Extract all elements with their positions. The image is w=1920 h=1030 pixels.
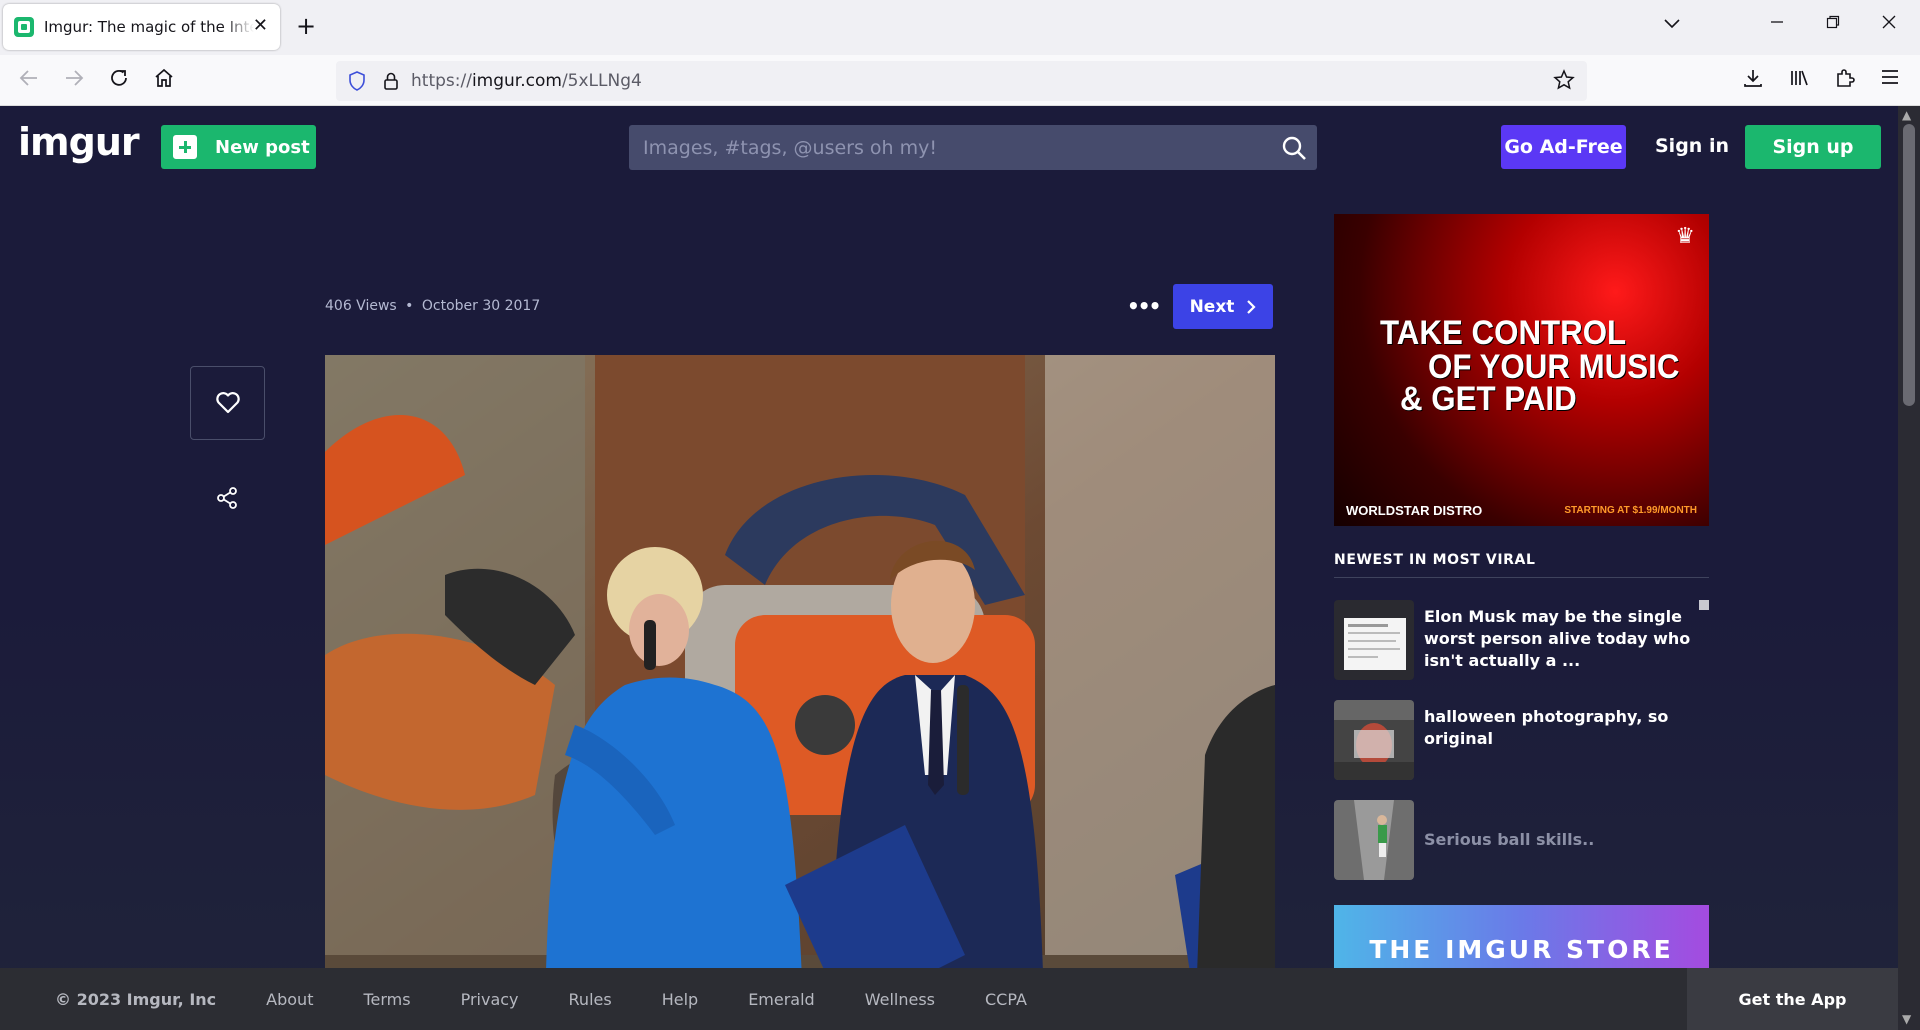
flag-icon [1699,600,1709,610]
downloads-icon[interactable] [1742,67,1764,96]
browser-tab[interactable]: Imgur: The magic of the Internet ✕ [3,4,280,50]
viral-item-title[interactable]: Serious ball skills.. [1424,829,1704,851]
minimize-button[interactable] [1770,14,1784,34]
heart-icon [215,392,240,414]
library-icon[interactable] [1788,67,1810,96]
new-post-label: New post [215,136,310,158]
viral-item-title[interactable]: Elon Musk may be the single worst person… [1424,606,1704,672]
crown-icon: ♛ [1675,224,1695,249]
view-count: 406 Views [325,298,397,314]
ad-brand: WORLDSTAR DISTRO [1346,503,1483,518]
footer-link-emerald[interactable]: Emerald [748,990,815,1009]
back-icon[interactable] [18,67,40,96]
restore-button[interactable] [1826,14,1840,34]
imgur-page: imgur New post Go Ad-Free Sign in Sign u… [0,106,1898,1030]
post-image[interactable] [325,355,1275,1030]
tab-title: Imgur: The magic of the Internet [44,18,254,36]
viral-thumbnail[interactable] [1334,600,1414,680]
bookmark-star-icon[interactable] [1553,69,1575,97]
forward-icon[interactable] [63,67,85,96]
footer: © 2023 Imgur, Inc About Terms Privacy Ru… [0,968,1898,1030]
home-icon[interactable] [153,67,175,96]
footer-copyright: © 2023 Imgur, Inc [55,989,217,1009]
post-meta: 406 Views • October 30 2017 [325,298,540,314]
more-options-button[interactable]: ••• [1127,294,1161,318]
footer-link-terms[interactable]: Terms [363,990,410,1009]
store-label: THE IMGUR STORE [1369,935,1674,964]
viral-thumbnail[interactable] [1334,700,1414,780]
list-tabs-button[interactable] [1664,14,1680,33]
new-post-button[interactable]: New post [161,125,316,169]
scroll-up-icon[interactable]: ▲ [1902,108,1911,122]
footer-link-rules[interactable]: Rules [569,990,612,1009]
next-button[interactable]: Next [1173,284,1273,329]
advertisement-banner[interactable]: ♛ TAKE CONTROL OF YOUR MUSIC & GET PAID … [1334,214,1709,526]
ad-headline-3: & GET PAID [1400,380,1577,418]
shield-icon[interactable] [348,70,366,92]
footer-link-wellness[interactable]: Wellness [865,990,935,1009]
plus-icon [173,135,197,159]
post-date: October 30 2017 [421,298,541,314]
search-input[interactable] [629,125,1269,170]
chevron-right-icon [1247,299,1256,314]
viral-thumb-2 [1334,700,1414,780]
viral-item[interactable]: Elon Musk may be the single worst person… [1334,600,1709,680]
tab-close-icon[interactable]: ✕ [253,16,268,36]
imgur-logo[interactable]: imgur [18,120,140,164]
imgur-store-banner[interactable]: THE IMGUR STORE [1334,905,1709,975]
scrollbar-thumb[interactable] [1903,124,1915,406]
share-icon[interactable] [215,486,239,510]
browser-tab-strip: Imgur: The magic of the Internet ✕ + [0,0,1920,55]
viral-item[interactable]: Serious ball skills.. [1334,800,1709,880]
lock-icon[interactable] [382,70,400,92]
sign-up-button[interactable]: Sign up [1745,125,1881,169]
address-bar[interactable]: https://imgur.com/5xLLNg4 [336,61,1587,101]
footer-link-help[interactable]: Help [662,990,698,1009]
go-ad-free-button[interactable]: Go Ad-Free [1501,125,1626,169]
next-label: Next [1189,296,1235,317]
scroll-down-icon[interactable]: ▼ [1902,1012,1911,1026]
favorite-button[interactable] [190,366,265,440]
viral-thumb-3 [1334,800,1414,880]
footer-link-about[interactable]: About [266,990,313,1009]
new-tab-button[interactable]: + [296,14,316,38]
menu-icon[interactable] [1880,67,1900,94]
close-window-button[interactable] [1882,14,1896,34]
viral-item[interactable]: halloween photography, so original [1334,700,1709,780]
footer-link-privacy[interactable]: Privacy [461,990,519,1009]
ad-price: STARTING AT $1.99/MONTH [1564,505,1697,516]
search-bar [629,125,1317,170]
viral-thumbnail[interactable] [1334,800,1414,880]
search-icon[interactable] [1281,135,1307,161]
page-scrollbar[interactable]: ▲ ▼ [1898,106,1920,1030]
imgur-favicon-icon [14,17,34,37]
sign-in-link[interactable]: Sign in [1655,135,1729,157]
meta-separator: • [405,298,414,314]
footer-link-ccpa[interactable]: CCPA [985,990,1027,1009]
viral-thumb-1 [1334,600,1414,680]
post-photo [325,355,1275,1030]
browser-toolbar: https://imgur.com/5xLLNg4 [0,55,1920,106]
reload-icon[interactable] [108,67,130,96]
viral-item-title[interactable]: halloween photography, so original [1424,706,1704,750]
newest-viral-heading: NEWEST IN MOST VIRAL [1334,552,1709,578]
url-text[interactable]: https://imgur.com/5xLLNg4 [411,71,642,91]
get-the-app-button[interactable]: Get the App [1687,968,1898,1030]
extensions-icon[interactable] [1834,67,1856,96]
